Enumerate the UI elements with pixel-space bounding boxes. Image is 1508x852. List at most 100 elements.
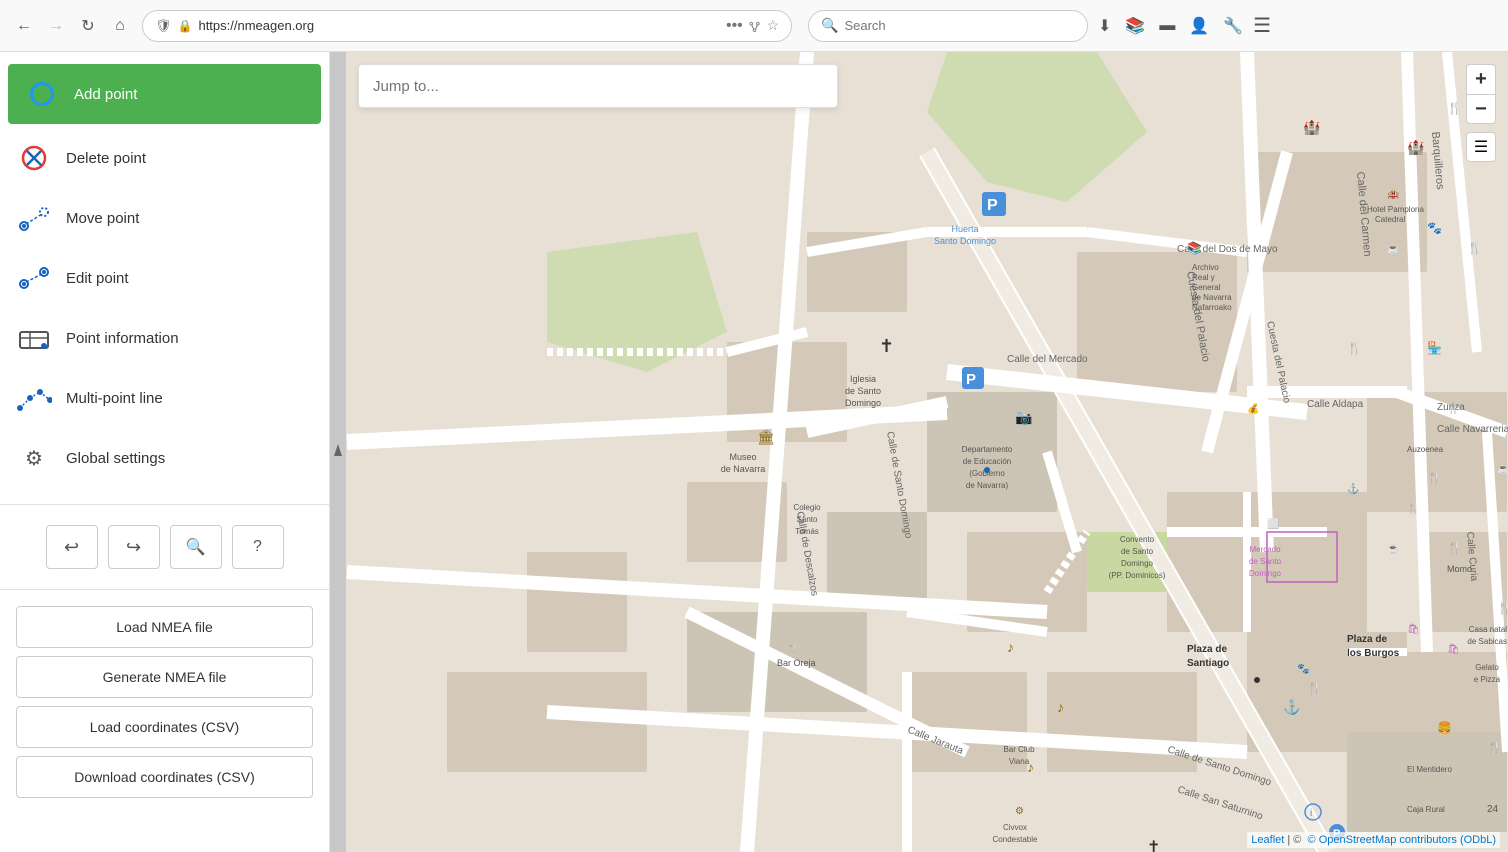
sidebar-item-delete-point[interactable]: Delete point: [0, 128, 329, 188]
back-button[interactable]: ←: [10, 12, 38, 40]
shield-icon: 🛡: [155, 18, 172, 34]
search-bar[interactable]: 🔍: [808, 10, 1088, 42]
map-attribution: Leaflet | © © OpenStreetMap contributors…: [1247, 832, 1500, 848]
svg-text:🍴: 🍴: [1447, 541, 1462, 555]
pocket-icon[interactable]: 🜉: [749, 11, 761, 40]
multipoint-icon: [16, 384, 52, 412]
odbl-link[interactable]: (ODbL): [1460, 834, 1496, 846]
nav-buttons: ← → ↻ ⌂: [10, 12, 134, 40]
svg-text:Hotel Pamplona: Hotel Pamplona: [1367, 205, 1424, 214]
svg-text:✝: ✝: [1147, 839, 1160, 852]
reload-button[interactable]: ↻: [74, 12, 102, 40]
map-svg: Barquilleros Calle del Carmen Cuesta del…: [346, 52, 1508, 852]
scroll-strip-left[interactable]: [330, 52, 346, 852]
svg-text:🐾: 🐾: [1427, 221, 1442, 235]
load-csv-button[interactable]: Load coordinates (CSV): [16, 706, 313, 748]
svg-text:Caja Rural: Caja Rural: [1407, 805, 1445, 814]
sidebar-item-edit-point[interactable]: Edit point: [0, 248, 329, 308]
home-button[interactable]: ⌂: [106, 12, 134, 40]
svg-text:Domingo: Domingo: [845, 398, 881, 408]
zoom-out-button[interactable]: −: [1466, 94, 1496, 124]
sidebar-item-global-settings[interactable]: ⚙ Global settings: [0, 428, 329, 488]
sidebar-item-add-point[interactable]: Add point: [8, 64, 321, 124]
svg-text:de Santo: de Santo: [845, 386, 881, 396]
svg-text:Gelato: Gelato: [1475, 663, 1499, 672]
svg-text:de Navarra: de Navarra: [1192, 293, 1232, 302]
svg-text:Bar Club: Bar Club: [1003, 745, 1035, 754]
scroll-arrow-up: [333, 442, 343, 462]
library-icon[interactable]: 📚: [1125, 16, 1145, 36]
map-wrapper: + − ☰: [330, 52, 1508, 852]
svg-text:🏰: 🏰: [1407, 139, 1425, 156]
more-options-icon[interactable]: •••: [726, 17, 743, 35]
add-point-icon: [30, 82, 54, 106]
search-input[interactable]: [844, 18, 1075, 33]
svg-text:🍴: 🍴: [1407, 502, 1419, 515]
jump-to-input[interactable]: [373, 78, 823, 95]
move-point-icon-container: [16, 200, 52, 236]
download-csv-button[interactable]: Download coordinates (CSV): [16, 756, 313, 798]
jump-to-bar[interactable]: [358, 64, 838, 108]
generate-nmea-button[interactable]: Generate NMEA file: [16, 656, 313, 698]
load-nmea-button[interactable]: Load NMEA file: [16, 606, 313, 648]
reading-view-icon[interactable]: ▬: [1159, 17, 1175, 35]
sidebar-item-point-information[interactable]: Point information: [0, 308, 329, 368]
edit-point-icon: [16, 264, 52, 292]
svg-text:🏰: 🏰: [1303, 119, 1321, 136]
svg-text:El Mentidero: El Mentidero: [1407, 765, 1452, 774]
undo-button[interactable]: ↩: [46, 525, 98, 569]
svg-text:🍴: 🍴: [1447, 402, 1459, 415]
menu-icon[interactable]: ☰: [1253, 13, 1271, 38]
map-layers-button[interactable]: ☰: [1466, 132, 1496, 162]
svg-text:(PP. Dominicos): (PP. Dominicos): [1109, 571, 1166, 580]
svg-text:⚙: ⚙: [1015, 806, 1024, 817]
svg-text:Domingo: Domingo: [1249, 569, 1282, 578]
osm-link[interactable]: © OpenStreetMap contributors: [1308, 834, 1457, 846]
browser-right: 🔍 ⬇ 📚 ▬ 👤 🔧 ☰: [808, 10, 1271, 42]
zoom-in-button[interactable]: +: [1466, 64, 1496, 94]
odbl-attribution[interactable]: (ODbL): [1460, 834, 1496, 846]
redo-button[interactable]: ↪: [108, 525, 160, 569]
undo-icon: ↩: [64, 537, 79, 558]
svg-text:♪: ♪: [1007, 639, 1014, 655]
delete-point-icon: [20, 144, 48, 172]
layers-icon: ☰: [1474, 137, 1488, 157]
svg-text:Tomás: Tomás: [795, 527, 819, 536]
svg-text:🍴: 🍴: [1487, 741, 1502, 755]
download-icon[interactable]: ⬇: [1098, 16, 1111, 36]
bookmark-icon[interactable]: ☆: [766, 17, 779, 34]
address-bar[interactable]: 🛡 🔒 https://nmeagen.org ••• 🜉 ☆: [142, 10, 792, 42]
svg-text:Plaza de: Plaza de: [1347, 634, 1387, 645]
svg-text:Convento: Convento: [1120, 535, 1155, 544]
svg-text:24: 24: [1487, 804, 1499, 815]
osm-attribution: | ©: [1287, 834, 1304, 846]
lock-icon: 🔒: [178, 19, 193, 33]
sidebar-item-multipoint-line[interactable]: Multi-point line: [0, 368, 329, 428]
route-search-icon: 🔍: [186, 537, 206, 557]
search-route-button[interactable]: 🔍: [170, 525, 222, 569]
forward-button[interactable]: →: [42, 12, 70, 40]
svg-text:💰: 💰: [1247, 402, 1259, 415]
edit-point-icon-container: [16, 260, 52, 296]
sidebar-item-move-point[interactable]: Move point: [0, 188, 329, 248]
svg-text:Departamento: Departamento: [962, 445, 1013, 454]
svg-text:📚: 📚: [1187, 241, 1202, 255]
svg-text:🍔: 🍔: [1437, 721, 1452, 735]
svg-text:de Santo: de Santo: [1249, 557, 1282, 566]
svg-text:de Educación: de Educación: [963, 457, 1011, 466]
leaflet-link[interactable]: Leaflet: [1251, 834, 1284, 846]
svg-text:🍴: 🍴: [787, 643, 798, 655]
map-container[interactable]: + − ☰: [346, 52, 1508, 852]
extensions-icon[interactable]: 🔧: [1223, 16, 1243, 36]
url-text: https://nmeagen.org: [198, 18, 720, 33]
svg-text:Bar Oreja: Bar Oreja: [777, 658, 816, 668]
svg-text:Real y: Real y: [1192, 273, 1215, 282]
profile-icon[interactable]: 👤: [1189, 16, 1209, 36]
svg-text:Catedral: Catedral: [1375, 215, 1405, 224]
svg-text:Huerta: Huerta: [951, 224, 978, 234]
leaflet-attribution[interactable]: Leaflet: [1251, 834, 1287, 846]
svg-text:🏛: 🏛: [757, 429, 775, 445]
delete-point-icon-container: [16, 140, 52, 176]
svg-text:Calle Navarreria: Calle Navarreria: [1437, 424, 1508, 435]
help-button[interactable]: ?: [232, 525, 284, 569]
